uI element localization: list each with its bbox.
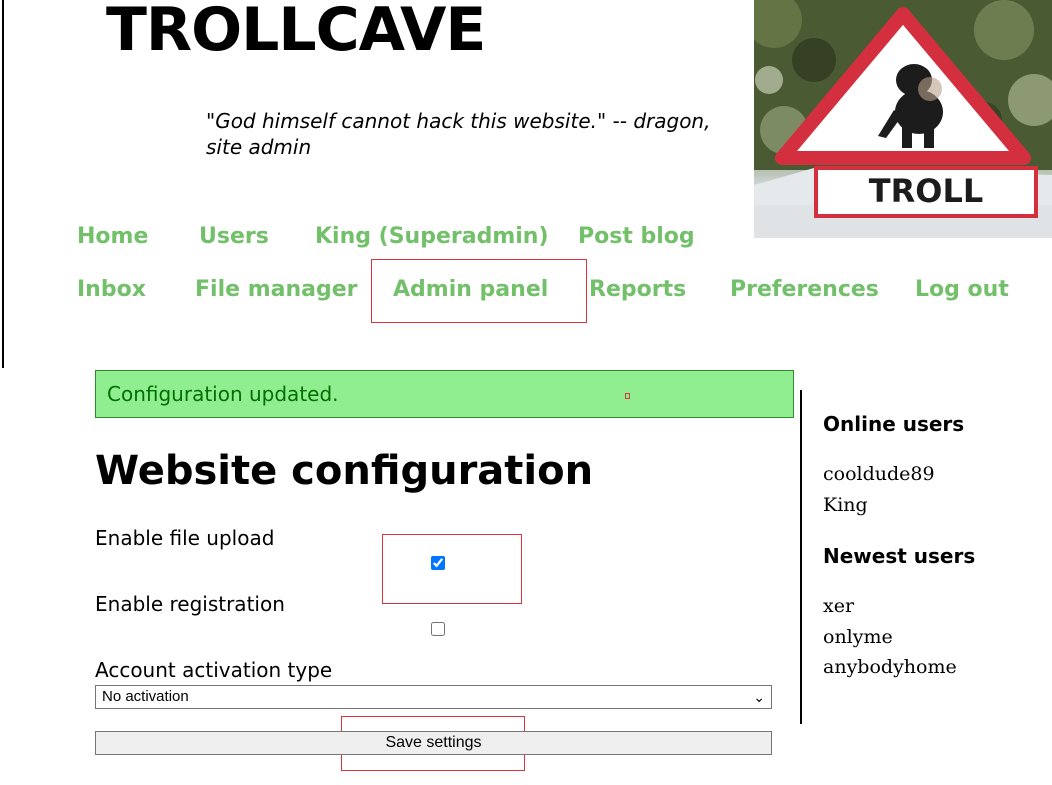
nav-inbox-link[interactable]: Inbox <box>77 276 146 304</box>
registration-label: Enable registration <box>95 592 285 616</box>
nav-post-blog-link[interactable]: Post blog <box>578 223 695 251</box>
site-title: TROLLCAVE <box>106 0 486 65</box>
activation-type-select[interactable]: No activation ⌄ <box>95 685 772 709</box>
newest-users-heading: Newest users <box>823 544 976 568</box>
online-user-item[interactable]: King <box>823 493 868 517</box>
nav-preferences-link[interactable]: Preferences <box>730 276 879 304</box>
troll-sign-text: TROLL <box>869 172 983 210</box>
sidebar-divider <box>800 390 802 724</box>
nav-users-link[interactable]: Users <box>199 223 269 251</box>
config-updated-alert: Configuration updated. <box>95 370 794 418</box>
page: TROLLCAVE "God himself cannot hack this … <box>0 0 1052 785</box>
config-title: Website configuration <box>95 448 594 494</box>
save-settings-button[interactable]: Save settings <box>95 731 772 755</box>
newest-user-item[interactable]: onlyme <box>823 625 893 649</box>
site-quote: "God himself cannot hack this website." … <box>206 109 711 159</box>
nav-reports-link[interactable]: Reports <box>589 276 686 304</box>
header-left-border <box>2 0 4 368</box>
nav-admin-panel-link[interactable]: Admin panel <box>393 276 548 304</box>
nav-king-superadmin-link[interactable]: King (Superadmin) <box>315 223 549 251</box>
troll-sign-graphic: TROLL <box>754 0 1052 238</box>
newest-user-item[interactable]: xer <box>823 594 854 618</box>
alert-marker-dot <box>625 393 630 399</box>
nav-log-out-link[interactable]: Log out <box>915 276 1009 304</box>
chevron-down-icon: ⌄ <box>753 689 765 705</box>
online-users-heading: Online users <box>823 412 965 436</box>
newest-user-item[interactable]: anybodyhome <box>823 655 957 679</box>
nav-home-link[interactable]: Home <box>77 223 148 251</box>
activation-type-label: Account activation type <box>95 658 333 682</box>
activation-type-value: No activation <box>102 688 189 705</box>
online-user-item[interactable]: cooldude89 <box>823 462 935 486</box>
registration-checkbox[interactable] <box>431 622 445 636</box>
file-upload-highlight-box <box>382 534 522 604</box>
file-upload-checkbox[interactable] <box>431 556 445 570</box>
file-upload-label: Enable file upload <box>95 526 275 550</box>
nav-file-manager-link[interactable]: File manager <box>195 276 358 304</box>
troll-sign-image: TROLL <box>754 0 1052 238</box>
